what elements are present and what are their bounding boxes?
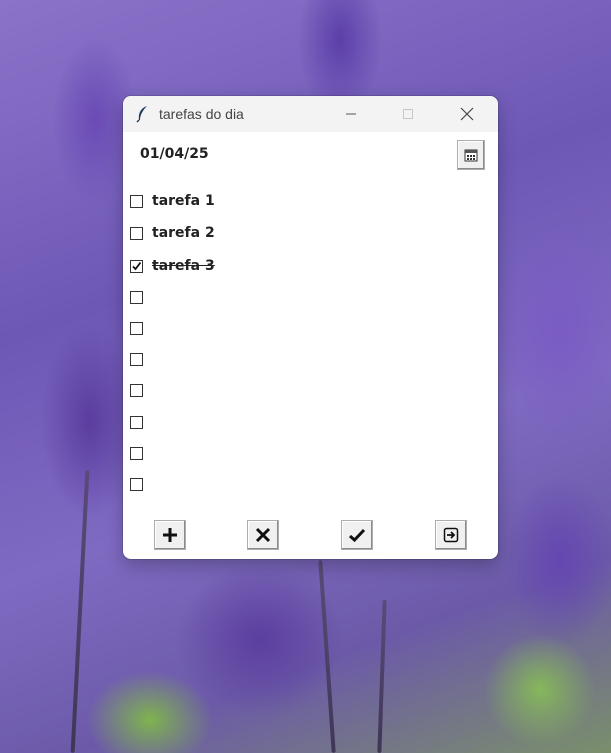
minimize-icon <box>346 113 356 115</box>
task-label: tarefa 1 <box>152 193 215 209</box>
calendar-button[interactable] <box>457 140 485 170</box>
task-checkbox[interactable] <box>130 478 143 491</box>
task-row <box>130 320 470 340</box>
complete-task-button[interactable] <box>341 520 373 550</box>
date-label: 01/04/25 <box>140 146 209 162</box>
exit-button[interactable] <box>435 520 467 550</box>
task-row <box>130 476 470 496</box>
task-checkbox[interactable] <box>130 227 143 240</box>
task-checkbox[interactable] <box>130 384 143 397</box>
close-icon <box>460 107 474 121</box>
task-checkbox[interactable] <box>130 353 143 366</box>
task-row: tarefa 1 <box>130 193 470 213</box>
minimize-button[interactable] <box>328 96 374 132</box>
task-checkbox-checked[interactable] <box>130 260 143 273</box>
plus-icon <box>163 528 177 542</box>
window-title: tarefas do dia <box>159 106 244 122</box>
flower-stem <box>70 470 90 753</box>
app-window: tarefas do dia 01/04/25 tarefa 1 tarefa … <box>123 96 498 559</box>
task-row: tarefa 2 <box>130 225 470 245</box>
task-label: tarefa 2 <box>152 225 215 241</box>
delete-task-button[interactable] <box>247 520 279 550</box>
date-row: 01/04/25 <box>123 132 498 176</box>
task-checkbox[interactable] <box>130 195 143 208</box>
task-row <box>130 289 470 309</box>
flower-stem <box>318 560 336 753</box>
task-checkbox[interactable] <box>130 416 143 429</box>
task-row <box>130 382 470 402</box>
checkmark-icon <box>132 261 142 271</box>
task-row <box>130 414 470 434</box>
task-row: tarefa 3 <box>130 258 470 278</box>
task-checkbox[interactable] <box>130 291 143 304</box>
task-row <box>130 351 470 371</box>
calendar-icon <box>464 149 478 162</box>
task-label: tarefa 3 <box>152 258 215 274</box>
check-icon <box>349 528 366 543</box>
task-checkbox[interactable] <box>130 447 143 460</box>
task-row <box>130 445 470 465</box>
exit-icon <box>443 527 459 543</box>
task-checkbox[interactable] <box>130 322 143 335</box>
title-bar[interactable]: tarefas do dia <box>123 96 498 132</box>
maximize-button[interactable] <box>385 96 431 132</box>
add-task-button[interactable] <box>154 520 186 550</box>
feather-icon <box>135 105 151 123</box>
flower-stem <box>377 599 387 753</box>
x-icon <box>255 527 271 543</box>
maximize-icon <box>403 109 413 119</box>
close-button[interactable] <box>444 96 490 132</box>
